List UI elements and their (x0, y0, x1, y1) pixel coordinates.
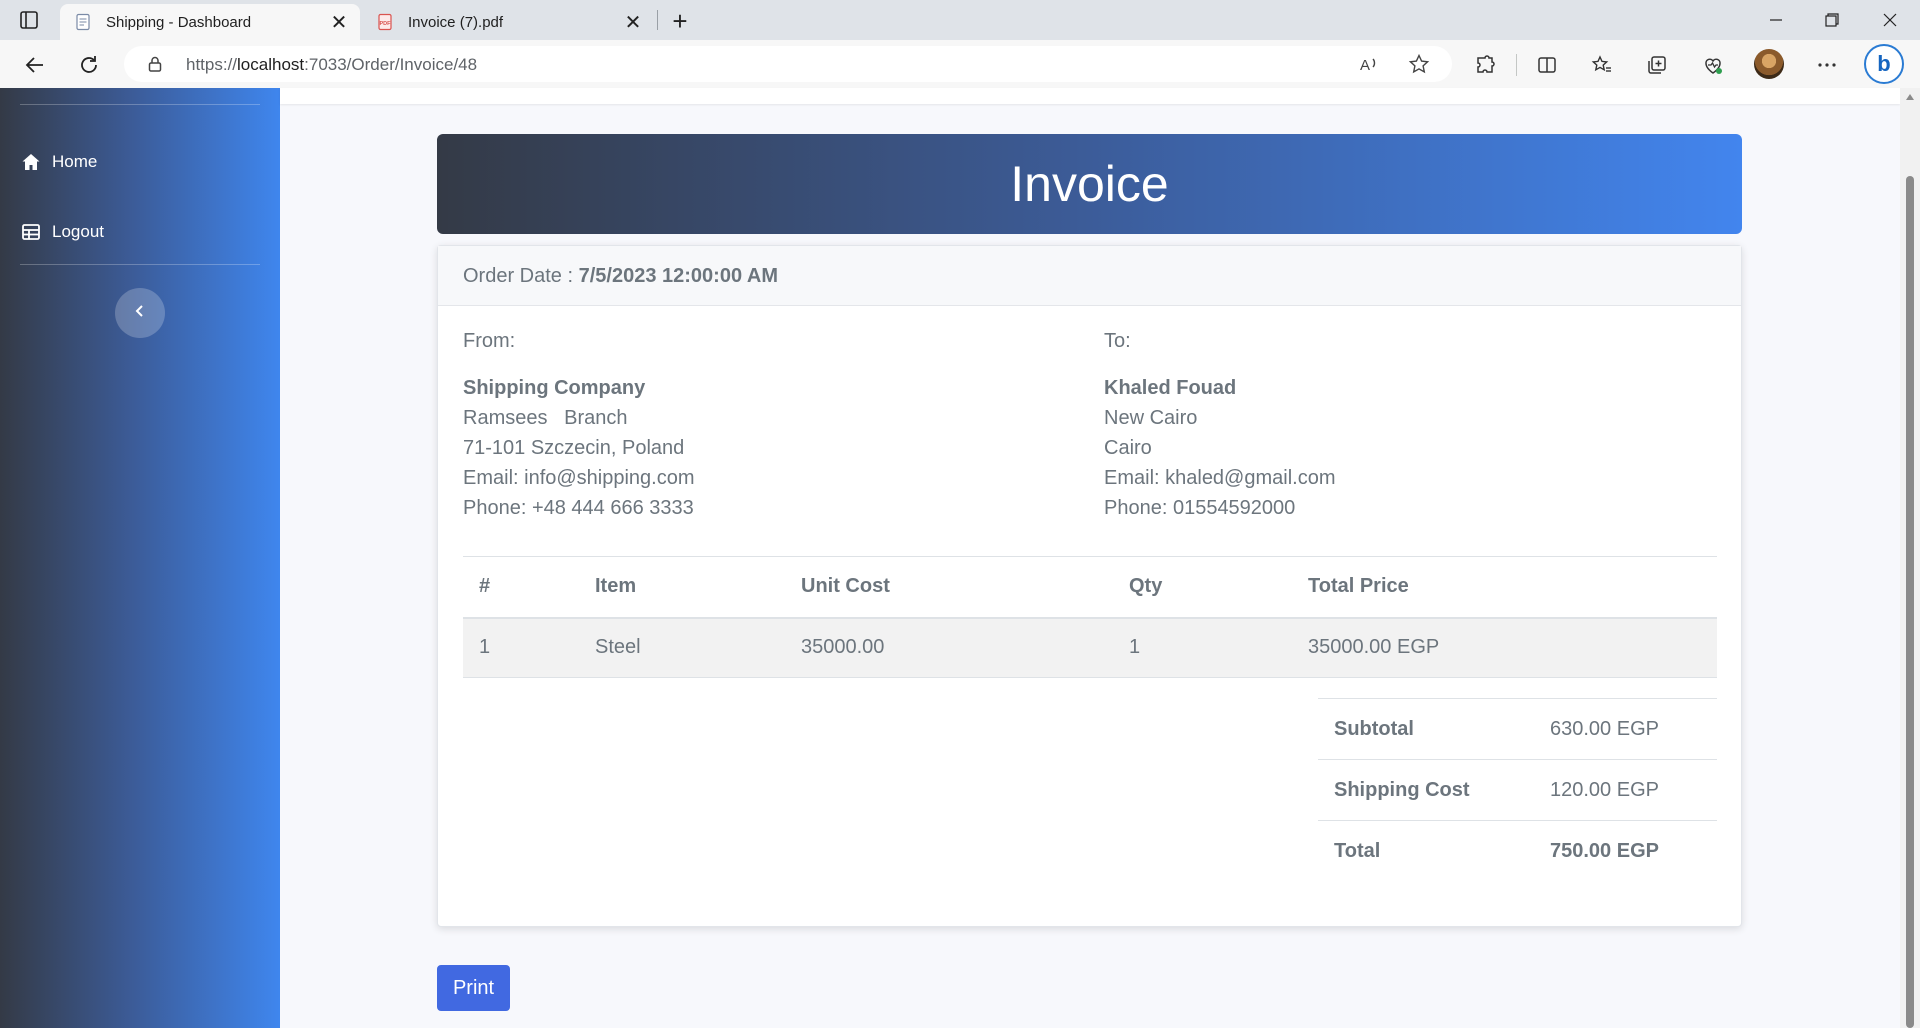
url-prefix: https:// (186, 55, 238, 74)
table-cell: Steel (579, 617, 785, 678)
close-tab-icon[interactable]: ✕ (324, 7, 354, 37)
svg-text:A: A (1360, 57, 1370, 74)
table-cell: 1 (1113, 617, 1292, 678)
tab-title: Invoice (7).pdf (408, 13, 504, 31)
browser-toolbar: https://localhost:7033/Order/Invoice/48 … (0, 40, 1920, 88)
back-arrow-icon[interactable] (18, 48, 52, 82)
from-phone: Phone: +48 444 666 3333 (463, 497, 694, 519)
browser-essentials-icon[interactable] (1696, 48, 1730, 82)
to-line2: Cairo (1104, 437, 1152, 459)
invoice-card-header: Order Date : 7/5/2023 12:00:00 AM (438, 246, 1741, 306)
table-cell: 35000.00 (785, 617, 1113, 678)
url-host: localhost (237, 55, 305, 74)
new-tab-icon[interactable]: + (664, 5, 696, 37)
invoice-banner: Invoice (437, 134, 1742, 234)
collections-icon[interactable] (1640, 48, 1674, 82)
tab-shipping-dashboard[interactable]: Shipping - Dashboard ✕ (60, 4, 360, 40)
logout-icon (20, 221, 42, 243)
to-label: To: (1104, 330, 1131, 352)
restore-icon[interactable] (1804, 0, 1860, 40)
page-icon (74, 13, 92, 31)
column-header: Qty (1113, 556, 1292, 619)
sidebar-item-label: Home (52, 152, 98, 171)
home-icon (20, 151, 42, 173)
sidebar-item-home[interactable]: Home (20, 147, 97, 177)
sidebar: Home Logout (0, 88, 280, 1028)
totals-value: 630.00 EGP (1534, 698, 1717, 760)
from-address: From: Shipping Company Ramsees Branch 71… (463, 326, 695, 523)
tab-invoice-pdf[interactable]: PDF Invoice (7).pdf ✕ (362, 4, 654, 40)
totals-row-total: Total 750.00 EGP (1318, 820, 1717, 882)
sidebar-divider (20, 264, 260, 265)
from-name: Shipping Company (463, 377, 646, 399)
refresh-icon[interactable] (72, 48, 106, 82)
to-email: Email: khaled@gmail.com (1104, 467, 1336, 489)
order-date: Order Date : 7/5/2023 12:00:00 AM (463, 265, 778, 288)
browser-tab-bar: Shipping - Dashboard ✕ PDF Invoice (7).p… (0, 0, 1920, 40)
address-bar[interactable]: https://localhost:7033/Order/Invoice/48 … (124, 46, 1452, 82)
page-title: Invoice (1010, 156, 1169, 212)
tab-actions-icon[interactable] (18, 9, 40, 31)
column-header: Item (579, 556, 785, 619)
from-email: Email: info@shipping.com (463, 467, 695, 489)
totals-value: 750.00 EGP (1534, 820, 1717, 882)
totals-label: Total (1318, 820, 1534, 882)
totals-row-subtotal: Subtotal 630.00 EGP (1318, 698, 1717, 760)
column-header: Total Price (1292, 556, 1717, 619)
table-row: 1 Steel 35000.00 1 35000.00 EGP (463, 617, 1717, 678)
favorite-star-icon[interactable] (1408, 53, 1430, 75)
table-cell: 1 (463, 617, 579, 678)
chevron-left-icon (132, 303, 148, 324)
tab-title: Shipping - Dashboard (106, 13, 252, 31)
profile-avatar[interactable] (1754, 49, 1784, 79)
url-text: https://localhost:7033/Order/Invoice/48 (186, 55, 477, 75)
scrollbar-thumb[interactable] (1906, 176, 1914, 1028)
table-header-row: # Item Unit Cost Qty Total Price (463, 556, 1717, 619)
bing-copilot-icon[interactable]: b (1864, 44, 1904, 84)
column-header: Unit Cost (785, 556, 1113, 619)
page-scrollbar[interactable] (1900, 88, 1920, 1028)
invoice-card: Order Date : 7/5/2023 12:00:00 AM From: … (437, 245, 1742, 927)
to-name: Khaled Fouad (1104, 377, 1237, 399)
print-button[interactable]: Print (437, 965, 510, 1011)
extensions-icon[interactable] (1468, 48, 1502, 82)
pdf-icon: PDF (376, 13, 394, 31)
url-path: :7033/Order/Invoice/48 (304, 55, 478, 74)
scroll-up-arrow-icon[interactable] (1906, 94, 1914, 100)
toolbar-divider (1516, 54, 1517, 76)
tab-divider (657, 10, 658, 30)
more-options-icon[interactable] (1810, 48, 1844, 82)
favorites-icon[interactable] (1585, 48, 1619, 82)
from-label: From: (463, 330, 516, 352)
invoice-items-table: # Item Unit Cost Qty Total Price 1 Steel… (463, 556, 1717, 678)
from-line1: Ramsees Branch (463, 407, 628, 429)
order-date-value: 7/5/2023 12:00:00 AM (578, 265, 778, 287)
split-screen-icon[interactable] (1530, 48, 1564, 82)
read-aloud-icon[interactable]: A (1358, 53, 1380, 75)
top-navbar (280, 88, 1900, 104)
lock-icon[interactable] (146, 55, 164, 73)
sidebar-divider (20, 104, 260, 105)
totals-value: 120.00 EGP (1534, 759, 1717, 821)
svg-text:PDF: PDF (380, 21, 392, 27)
invoice-totals-table: Subtotal 630.00 EGP Shipping Cost 120.00… (1318, 698, 1717, 882)
to-address: To: Khaled Fouad New Cairo Cairo Email: … (1104, 326, 1336, 523)
sidebar-item-label: Logout (52, 222, 104, 241)
table-cell: 35000.00 EGP (1292, 617, 1717, 678)
to-phone: Phone: 01554592000 (1104, 497, 1296, 519)
sidebar-item-logout[interactable]: Logout (20, 217, 104, 247)
close-tab-icon[interactable]: ✕ (618, 7, 648, 37)
totals-label: Subtotal (1318, 698, 1534, 760)
order-date-label: Order Date : (463, 265, 574, 287)
totals-row-shipping: Shipping Cost 120.00 EGP (1318, 759, 1717, 821)
sidebar-toggle-button[interactable] (115, 288, 165, 338)
from-line2: 71-101 Szczecin, Poland (463, 437, 685, 459)
close-window-icon[interactable] (1862, 0, 1918, 40)
minimize-icon[interactable] (1748, 0, 1804, 40)
to-line1: New Cairo (1104, 407, 1198, 429)
column-header: # (463, 556, 579, 619)
totals-label: Shipping Cost (1318, 759, 1534, 821)
